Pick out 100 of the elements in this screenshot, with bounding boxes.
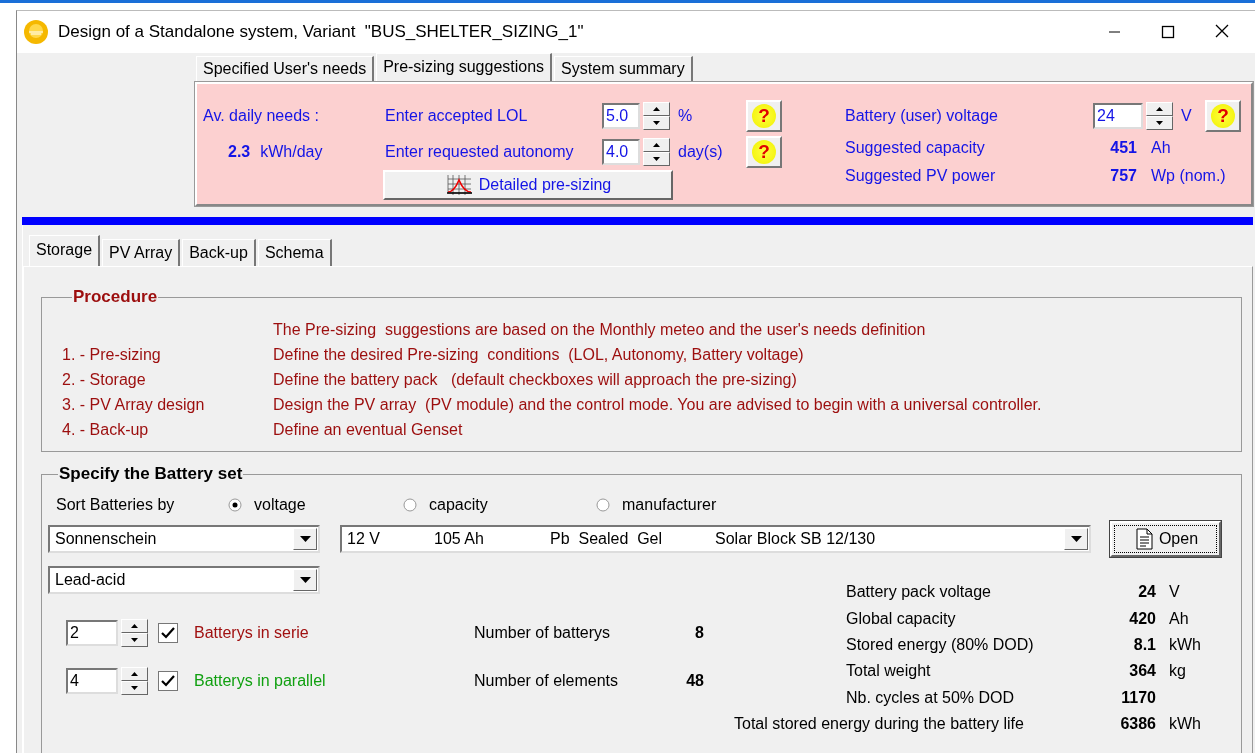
unit-label: Ah [1168,609,1189,628]
spin-control[interactable] [643,138,670,166]
field-label: Av. daily needs : [203,107,319,125]
battery-voltage: 12 V [347,530,381,548]
spin-down-button[interactable] [643,152,670,166]
result-value: 24 [1137,583,1156,602]
open-button[interactable]: Open [1110,521,1221,557]
procedure-text: The Pre-sizing suggestions are based on the Monthly meteo and the user's needs definition [273,320,926,339]
unit-label: kWh/day [260,143,323,161]
count-value: 48 [685,672,704,690]
checkbox-label: Batterys in serie [193,624,310,642]
caret-down-icon [131,686,138,690]
caret-down-icon [299,577,311,583]
spin-up-button[interactable] [643,138,670,152]
field-label: Battery (user) voltage [845,107,999,125]
number-field[interactable]: 5.0 [602,103,640,129]
tab[interactable]: Pre-sizing suggestions [376,53,553,82]
tab[interactable]: Specified User's needs [196,56,375,82]
field-label: Suggested capacity [845,139,986,157]
caret-up-icon [131,672,138,676]
group-title: Procedure [72,287,159,307]
radio-option[interactable]: capacity [403,496,596,514]
unit-label: Ah [1151,139,1171,157]
spin-up-button[interactable] [643,102,670,116]
radio-option[interactable]: manufacturer [596,496,717,514]
step-label: 3. - PV Array design [62,395,206,414]
result-label: Total stored energy during the battery life [734,715,1025,734]
battery-capacity: 105 Ah [434,530,485,548]
caret-up-icon [653,143,660,147]
chart-icon [444,174,473,196]
checkbox[interactable] [158,623,178,643]
tab[interactable]: Storage [29,235,101,266]
caret-down-icon [1156,121,1163,125]
result-value: 420 [1128,609,1156,628]
result-label: Nb. cycles at 50% DOD [845,688,1016,707]
spin-up-button[interactable] [121,619,148,633]
step-label: 1. - Pre-sizing [62,345,162,364]
spin-down-button[interactable] [121,633,148,647]
tab[interactable]: PV Array [102,239,181,266]
step-label: 2. - Storage [62,370,147,389]
detailed-presizing-button[interactable]: Detailed pre-sizing [383,170,673,200]
tab[interactable]: System summary [554,56,693,82]
help-button[interactable]: ? [746,136,782,168]
number-field[interactable]: 4.0 [602,139,640,165]
battery-technology: Pb Sealed Gel [550,530,664,548]
result-label: Global capacity [845,609,957,628]
caret-up-icon [1156,107,1163,111]
caret-down-icon [653,121,660,125]
procedure-text: Define the battery pack (default checkboxes will approach the pre-sizing) [273,370,797,389]
group-title: Specify the Battery set [58,464,244,484]
spin-control[interactable] [643,102,670,130]
caret-up-icon [131,624,138,628]
spin-control[interactable] [121,619,148,647]
radio-option[interactable]: voltage [228,496,403,514]
count-label: Number of batterys [474,624,612,642]
caret-down-icon [653,157,660,161]
spin-up-button[interactable] [1146,102,1173,116]
number-field[interactable]: 2 [66,620,118,646]
number-field[interactable]: 4 [66,668,118,694]
dropdown-button[interactable] [293,569,317,591]
unit-label: % [677,107,694,125]
count-label: Number of elements [474,672,620,690]
help-button[interactable]: ? [1205,100,1241,132]
spin-control[interactable] [121,667,148,695]
procedure-text: Define an eventual Genset [273,420,463,439]
count-value: 8 [694,624,704,642]
caret-up-icon [653,107,660,111]
number-field[interactable]: 24 [1093,103,1143,129]
spin-up-button[interactable] [121,667,148,681]
tab[interactable]: Schema [257,239,332,266]
suggested-value: 451 [1109,139,1137,157]
unit-label: kWh [1168,635,1201,654]
procedure-text: Define the desired Pre-sizing conditions (LOL, Autonomy, Battery voltage) [273,345,804,364]
checkbox[interactable] [158,671,178,691]
caret-down-icon [131,638,138,642]
field-label: Enter requested autonomy [385,143,575,161]
spin-down-button[interactable] [1146,116,1173,130]
manufacturer-dropdown[interactable]: Sonnenschein [48,525,320,553]
result-value: 364 [1128,662,1156,681]
spin-down-button[interactable] [643,116,670,130]
dropdown-button[interactable] [293,528,317,550]
battery-model: Solar Block SB 12/130 [715,530,877,548]
sort-label: Sort Batteries by [56,496,176,514]
unit-label: day(s) [677,143,724,161]
unit-label: V [1180,107,1193,125]
result-label: Stored energy (80% DOD) [845,635,1035,654]
tab[interactable]: Back-up [182,239,256,266]
help-button[interactable]: ? [746,100,782,132]
spin-down-button[interactable] [121,681,148,695]
caret-down-icon [299,536,311,542]
battery-type-dropdown[interactable]: Lead-acid [48,566,320,594]
unit-label: kg [1168,662,1186,681]
result-label: Battery pack voltage [845,583,992,602]
field-label: Suggested PV power [845,167,997,185]
procedure-text: Design the PV array (PV module) and the control mode. You are advised to begin with a universal controller. [273,395,1042,414]
spin-control[interactable] [1146,102,1173,130]
result-value: 8.1 [1132,635,1156,654]
dropdown-button[interactable] [1064,528,1088,550]
battery-dropdown[interactable]: 12 V 105 Ah Pb Sealed Gel Solar Block SB 12/130 [340,525,1091,553]
sun-icon [23,19,49,45]
